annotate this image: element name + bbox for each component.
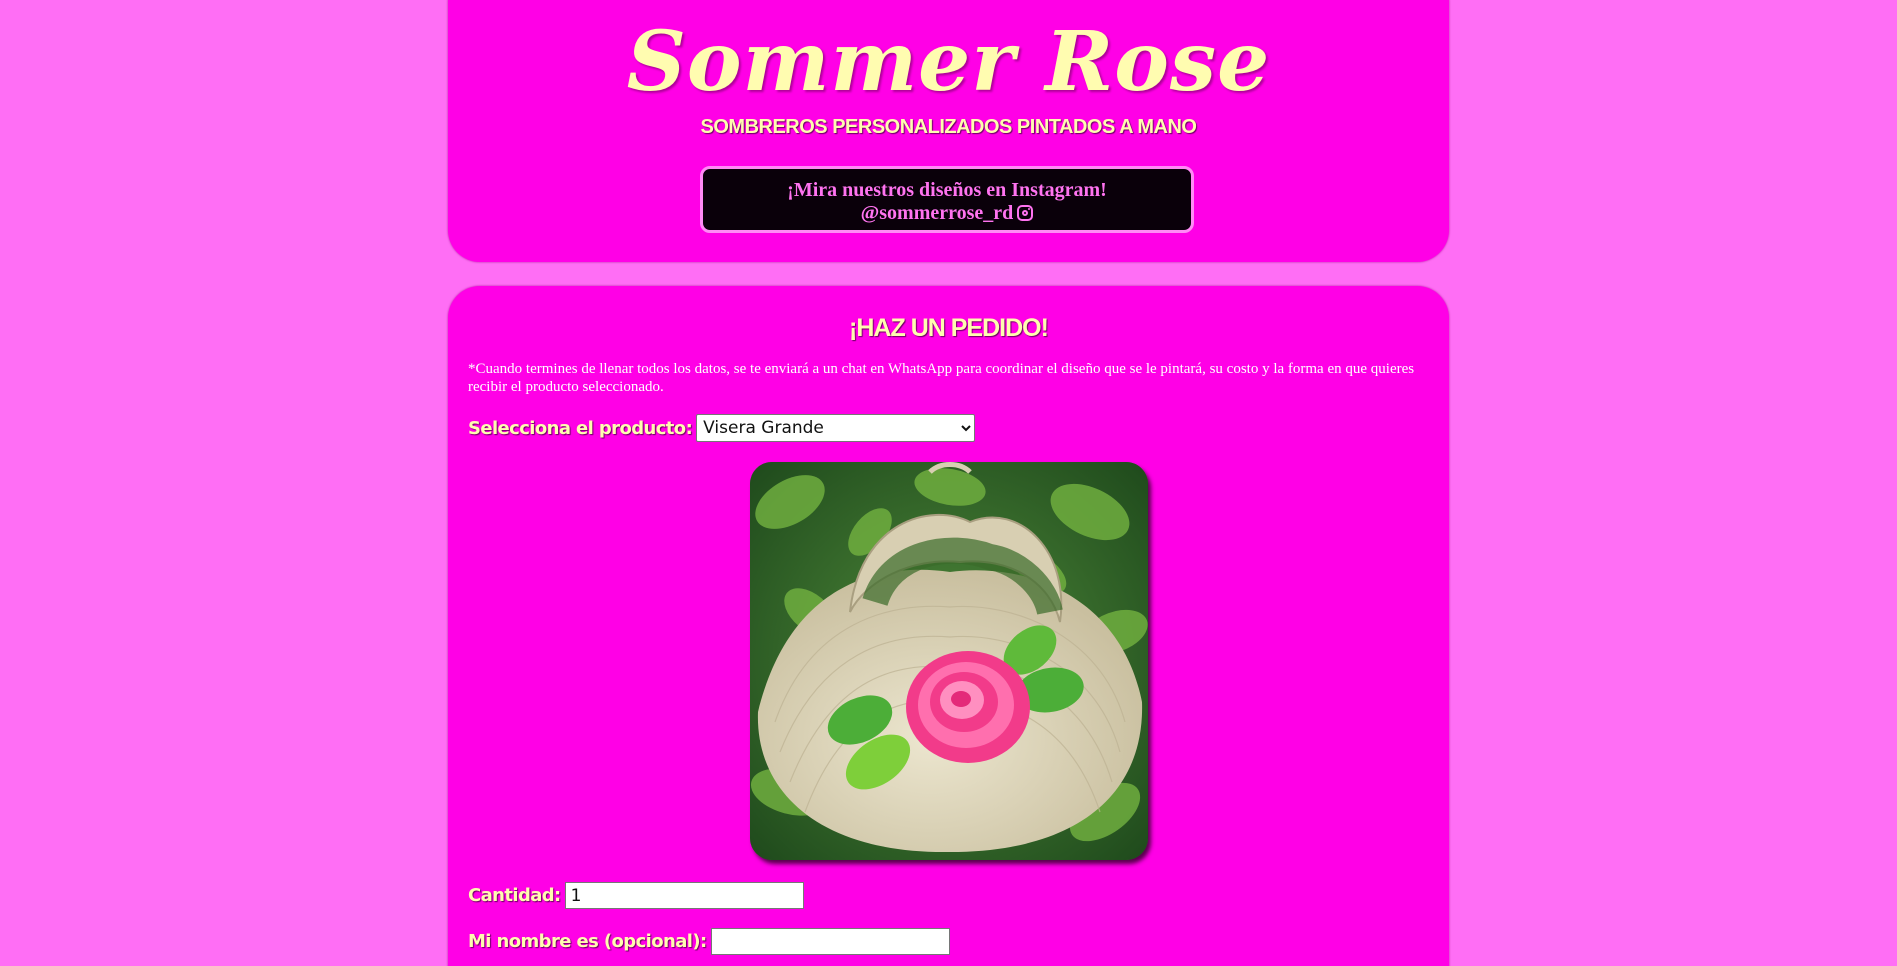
instagram-icon: [1017, 205, 1034, 221]
product-select[interactable]: Visera Grande: [696, 414, 976, 442]
order-note: *Cuando termines de llenar todos los dat…: [468, 361, 1415, 395]
order-title: ¡Haz un pedido!: [849, 314, 1049, 342]
instagram-line-2: @sommerrose_rd: [703, 202, 1191, 225]
brand-title: Sommer Rose: [626, 14, 1271, 110]
page: Sommer Rose Sombreros personalizados pin…: [0, 0, 1897, 966]
order-card: ¡Haz un pedido! *Cuando termines de llen…: [448, 286, 1449, 966]
header-card: Sommer Rose Sombreros personalizados pin…: [448, 0, 1449, 262]
quantity-row: Cantidad:: [468, 882, 804, 909]
instagram-line-1: ¡Mira nuestros diseños en Instagram!: [787, 179, 1107, 201]
instagram-handle: @sommerrose_rd: [860, 202, 1014, 224]
product-label: Selecciona el producto:: [468, 417, 693, 439]
name-input[interactable]: [710, 928, 950, 955]
name-row: Mi nombre es (opcional):: [468, 928, 950, 955]
product-row: Selecciona el producto: Visera Grande: [468, 414, 976, 442]
quantity-label: Cantidad:: [468, 885, 561, 906]
quantity-input[interactable]: [564, 882, 804, 909]
name-label: Mi nombre es (opcional):: [468, 931, 707, 952]
brand-tagline: Sombreros personalizados pintados a mano: [700, 116, 1197, 138]
visor-hat-illustration: [750, 462, 1148, 860]
instagram-link[interactable]: ¡Mira nuestros diseños en Instagram! @so…: [700, 166, 1194, 233]
product-image: [750, 462, 1148, 860]
